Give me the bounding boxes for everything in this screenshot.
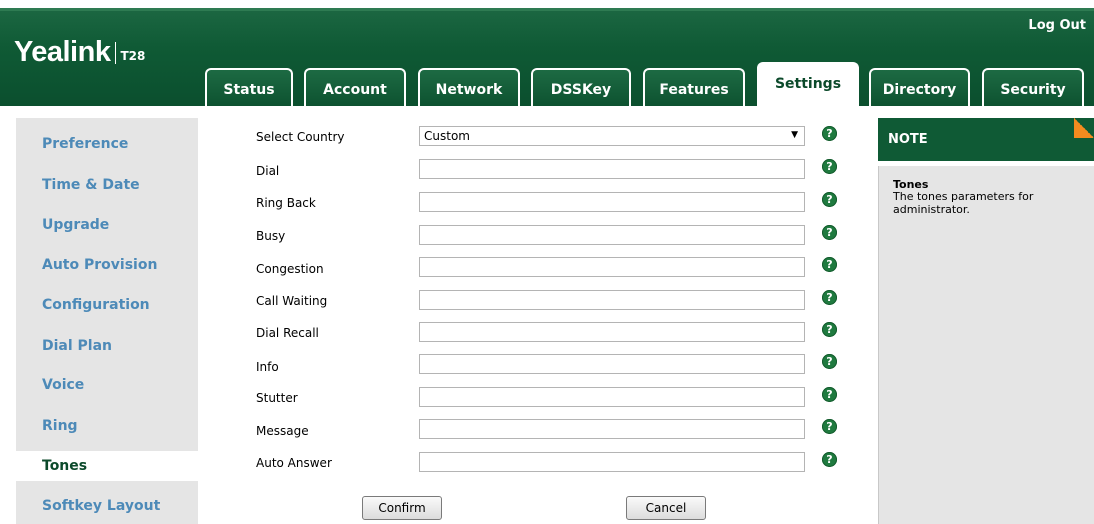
busy-label: Busy	[256, 229, 286, 243]
select-country-dropdown[interactable]: Custom ▼	[419, 126, 805, 146]
dropdown-arrow-icon: ▼	[791, 130, 798, 140]
cancel-button[interactable]: Cancel	[626, 496, 706, 520]
sidebar-item-upgrade[interactable]: Upgrade	[42, 217, 109, 233]
header-top-border	[0, 0, 1094, 8]
brand-logo: Yealink T28	[14, 36, 145, 69]
tab-settings[interactable]: Settings	[757, 62, 859, 106]
dial-input[interactable]	[419, 159, 805, 179]
logout-link[interactable]: Log Out	[1028, 18, 1086, 33]
help-icon[interactable]: ?	[822, 159, 837, 174]
auto-answer-label: Auto Answer	[256, 456, 332, 470]
header-bar: Log Out Yealink T28 Status Account Netwo…	[0, 0, 1094, 106]
help-icon[interactable]: ?	[822, 257, 837, 272]
tab-security[interactable]: Security	[982, 68, 1084, 106]
sidebar-item-preference[interactable]: Preference	[42, 136, 128, 152]
sidebar-item-dial-plan[interactable]: Dial Plan	[42, 338, 112, 354]
confirm-button[interactable]: Confirm	[362, 496, 442, 520]
ring-back-label: Ring Back	[256, 196, 316, 210]
note-text: The tones parameters for administrator.	[893, 190, 1034, 216]
sidebar-item-tones[interactable]: Tones	[42, 458, 87, 474]
tab-network[interactable]: Network	[418, 68, 520, 106]
call-waiting-input[interactable]	[419, 290, 805, 310]
select-country-label: Select Country	[256, 130, 345, 144]
sidebar-item-voice[interactable]: Voice	[42, 377, 84, 393]
main-content: Preference Time & Date Upgrade Auto Prov…	[0, 106, 1094, 524]
help-icon[interactable]: ?	[822, 126, 837, 141]
note-header: NOTE	[878, 118, 1094, 161]
brand-model: T28	[120, 48, 146, 63]
tab-dsskey[interactable]: DSSKey	[531, 68, 631, 106]
select-country-value: Custom	[424, 129, 470, 143]
tab-account[interactable]: Account	[304, 68, 406, 106]
dial-recall-label: Dial Recall	[256, 326, 319, 340]
note-corner-marker	[1074, 118, 1094, 138]
help-icon[interactable]: ?	[822, 452, 837, 467]
congestion-input[interactable]	[419, 257, 805, 277]
info-label: Info	[256, 360, 279, 374]
help-icon[interactable]: ?	[822, 192, 837, 207]
info-input[interactable]	[419, 354, 805, 374]
sidebar-item-configuration[interactable]: Configuration	[42, 297, 150, 313]
busy-input[interactable]	[419, 225, 805, 245]
sidebar-item-auto-provision[interactable]: Auto Provision	[42, 257, 157, 273]
brand-separator	[115, 41, 117, 64]
congestion-label: Congestion	[256, 262, 324, 276]
header-top-stripe	[0, 8, 1094, 11]
help-icon[interactable]: ?	[822, 387, 837, 402]
help-icon[interactable]: ?	[822, 419, 837, 434]
help-icon[interactable]: ?	[822, 354, 837, 369]
stutter-label: Stutter	[256, 391, 298, 405]
auto-answer-input[interactable]	[419, 452, 805, 472]
message-input[interactable]	[419, 419, 805, 439]
tab-features[interactable]: Features	[643, 68, 745, 106]
sidebar-item-softkey-layout[interactable]: Softkey Layout	[42, 498, 160, 514]
brand-name: Yealink	[14, 36, 111, 68]
stutter-input[interactable]	[419, 387, 805, 407]
dial-recall-input[interactable]	[419, 322, 805, 342]
sidebar-item-time-date[interactable]: Time & Date	[42, 177, 140, 193]
sidebar-item-ring[interactable]: Ring	[42, 418, 78, 434]
tab-status[interactable]: Status	[205, 68, 293, 106]
note-panel	[878, 166, 1094, 524]
call-waiting-label: Call Waiting	[256, 294, 328, 308]
note-heading: NOTE	[888, 132, 928, 147]
message-label: Message	[256, 424, 309, 438]
help-icon[interactable]: ?	[822, 225, 837, 240]
help-icon[interactable]: ?	[822, 322, 837, 337]
help-icon[interactable]: ?	[822, 290, 837, 305]
dial-label: Dial	[256, 164, 280, 178]
tab-directory[interactable]: Directory	[869, 68, 970, 106]
ring-back-input[interactable]	[419, 192, 805, 212]
